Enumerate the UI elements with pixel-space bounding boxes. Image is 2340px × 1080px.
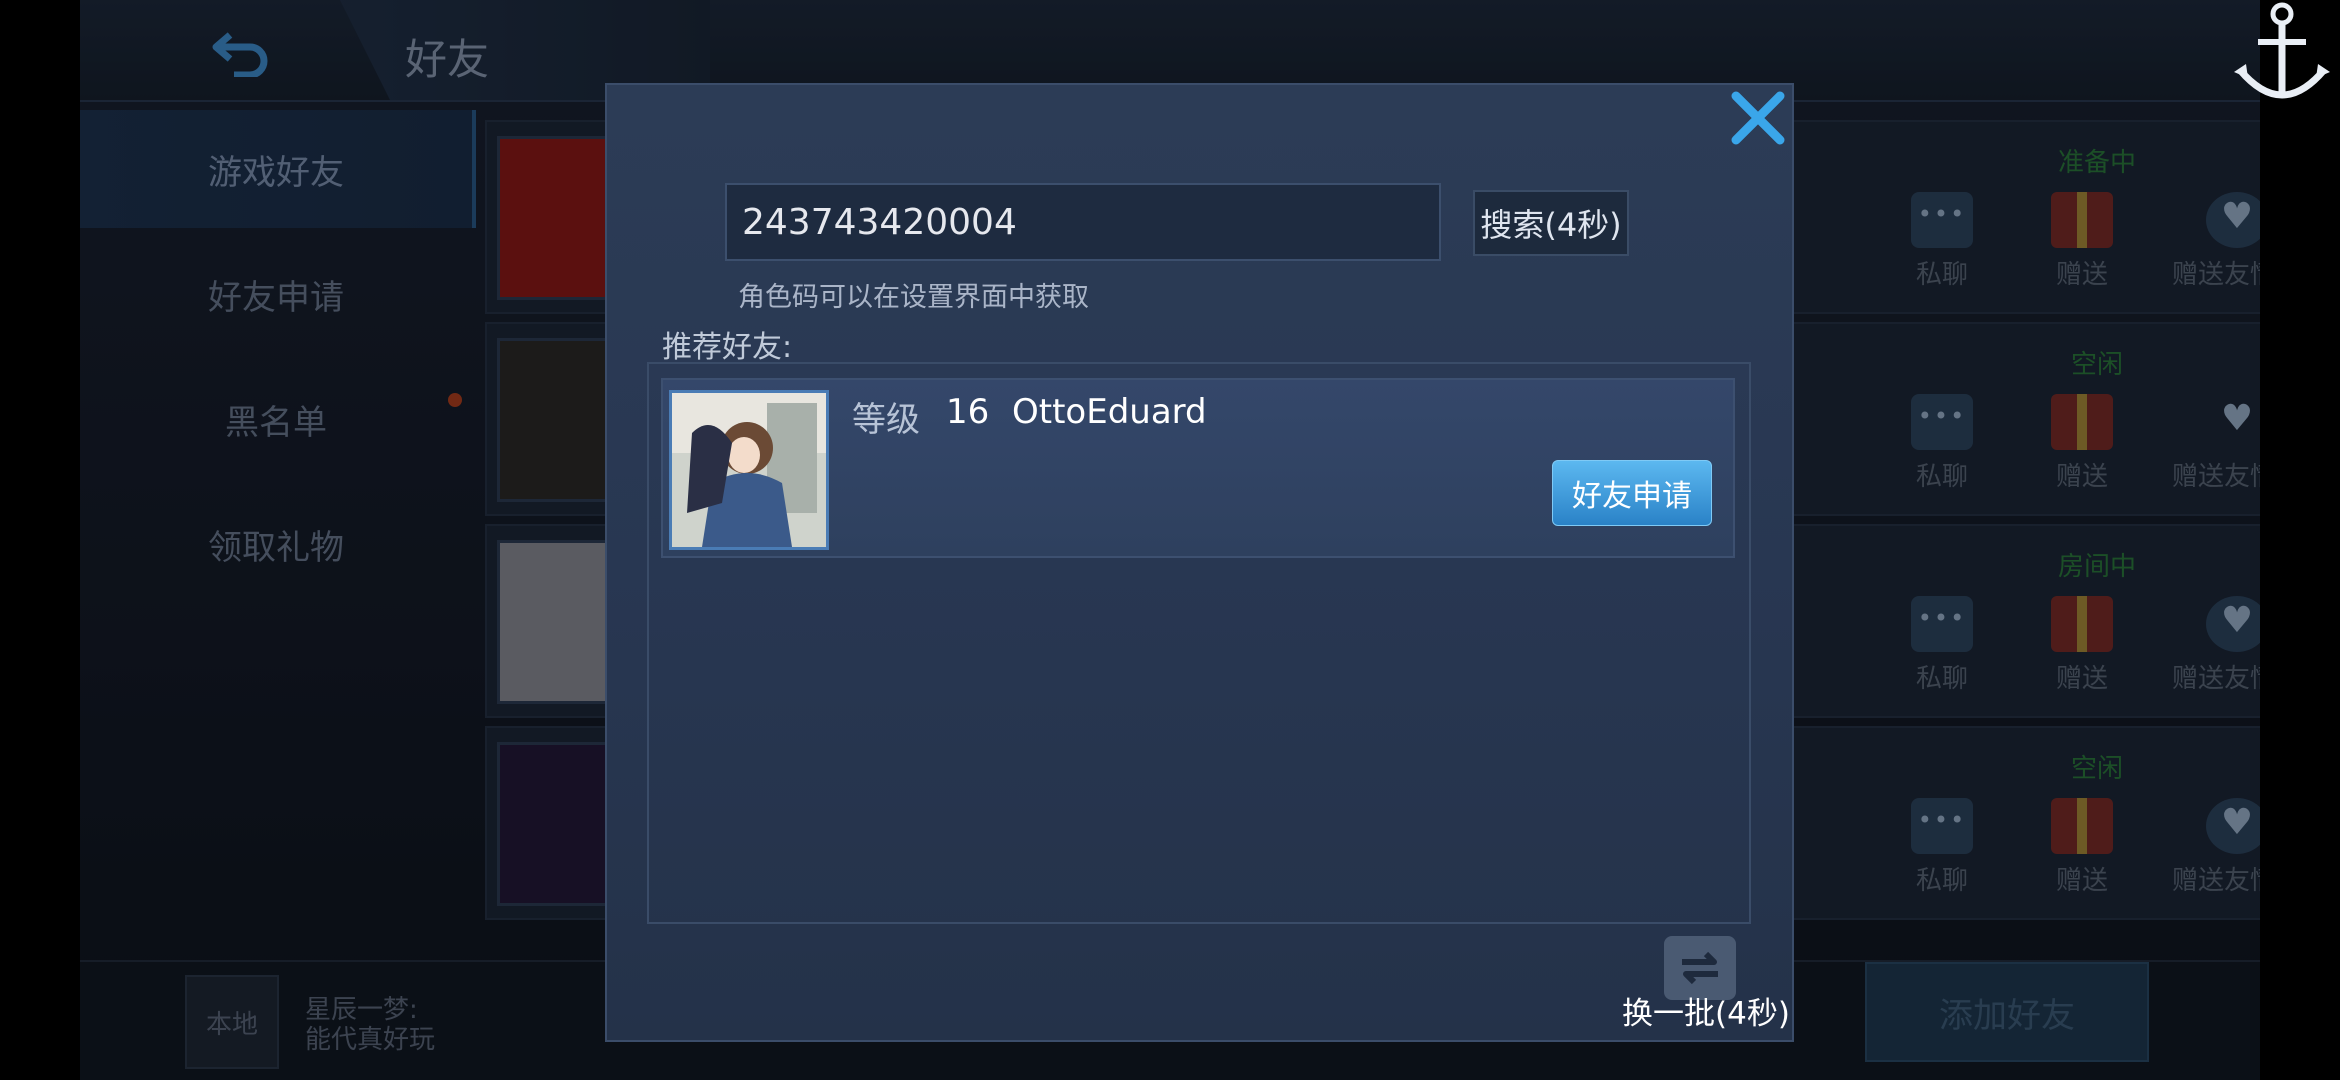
close-button[interactable]	[1728, 88, 1788, 148]
player-name: OttoEduard	[1012, 392, 1207, 432]
level-label: 等级	[852, 400, 920, 440]
anchor-icon[interactable]	[2230, 0, 2340, 110]
screen-edge	[2260, 0, 2340, 1080]
friend-request-button[interactable]: 好友申请	[1552, 460, 1712, 526]
role-code-input[interactable]	[725, 183, 1441, 261]
avatar	[669, 390, 829, 550]
level-value: 16	[946, 392, 990, 432]
search-hint: 角色码可以在设置界面中获取	[738, 282, 1089, 313]
refresh-button[interactable]: 换一批(4秒)	[1622, 988, 1790, 1033]
search-button[interactable]: 搜索(4秒)	[1473, 190, 1629, 256]
close-icon	[1731, 91, 1785, 145]
recommend-title: 推荐好友:	[662, 330, 793, 365]
